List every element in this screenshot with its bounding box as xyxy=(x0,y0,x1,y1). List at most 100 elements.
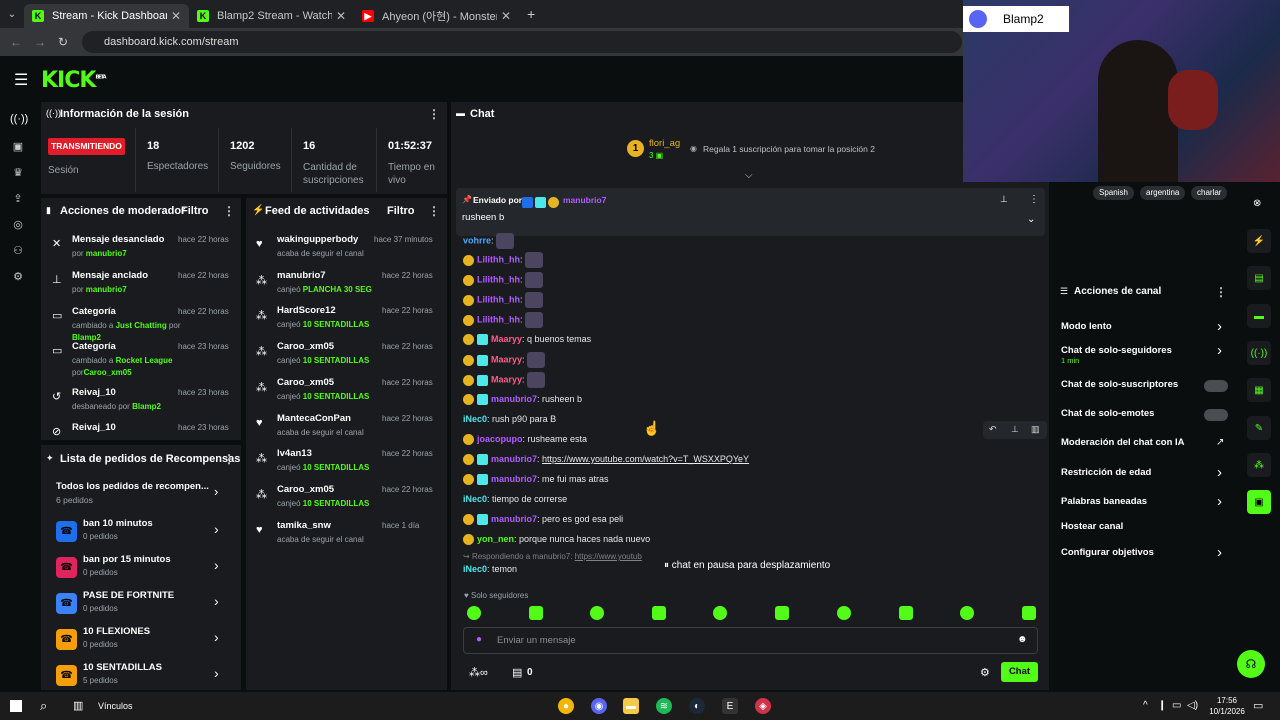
trash-icon[interactable]: ▥ xyxy=(1031,424,1040,435)
more-options-icon[interactable]: ⋮ xyxy=(223,452,235,466)
activity-user[interactable]: Caroo_xm05 xyxy=(277,341,334,352)
detail-highlight[interactable]: Just Chatting xyxy=(116,321,167,330)
network-icon[interactable]: ▭ xyxy=(1172,700,1181,711)
pinned-message[interactable]: 📌 Enviado por manubrio7 rusheen b ⊥ ⋮ ⌄ xyxy=(456,188,1045,236)
channel-action-row[interactable]: Restricción de edad › xyxy=(1053,464,1236,487)
epic-games-icon[interactable]: E xyxy=(722,698,738,714)
chat-settings-gear-icon[interactable]: ⚙ xyxy=(980,666,990,679)
tray-clock[interactable]: 17:56 10/1/2026 xyxy=(1207,695,1247,717)
microphone-tray-icon[interactable]: ❙ xyxy=(1158,700,1166,711)
spotify-icon[interactable]: ≋ xyxy=(656,698,672,714)
chat-input-box[interactable]: ● Enviar un mensaje ☻ xyxy=(463,627,1038,654)
mod-filter-button[interactable]: Filtro xyxy=(181,205,209,217)
bolt-button[interactable]: ⚡ xyxy=(1247,229,1271,253)
target-icon[interactable]: ◎ xyxy=(10,218,26,234)
activity-user[interactable]: Caroo_xm05 xyxy=(277,377,334,388)
activity-user[interactable]: manubrio7 xyxy=(277,270,326,281)
book-icon[interactable]: ▣ xyxy=(10,140,26,156)
detail-highlight[interactable]: Rocket League xyxy=(116,356,173,365)
more-options-icon[interactable]: ⋮ xyxy=(1215,285,1227,299)
url-field[interactable]: dashboard.kick.com/stream xyxy=(82,31,962,53)
collapse-icon[interactable]: ⌵ xyxy=(745,170,753,181)
hamburger-menu-icon[interactable]: ☰ xyxy=(14,70,28,90)
channel-action-row[interactable]: Chat de solo-suscriptores xyxy=(1053,379,1236,399)
reply-icon[interactable]: ↶ xyxy=(989,424,997,435)
chat-user[interactable]: Maaryy xyxy=(491,354,522,364)
file-explorer-icon[interactable]: ▬ xyxy=(623,698,639,714)
emote-icon[interactable] xyxy=(775,606,789,620)
unpin-icon[interactable]: ⊥ xyxy=(1000,194,1008,205)
toggle-switch[interactable] xyxy=(1204,409,1228,421)
channel-action-row[interactable]: Palabras baneadas › xyxy=(1053,493,1236,516)
activity-filter-button[interactable]: Filtro xyxy=(387,205,415,217)
activity-user[interactable]: Caroo_xm05 xyxy=(277,484,334,495)
chevron-down-icon[interactable]: ⌄ xyxy=(1027,214,1035,225)
channel-action-row[interactable]: Chat de solo-emotes xyxy=(1053,408,1236,428)
chat-text[interactable]: https://www.youtube.com/watch?v=T_WSXXPQ… xyxy=(542,454,749,464)
broadcast-icon[interactable]: ((·)) xyxy=(10,113,28,129)
reward-row[interactable]: ☎ PASE DE FORTNITE 0 pedidos › xyxy=(41,587,241,621)
chat-input[interactable]: Enviar un mensaje xyxy=(497,635,576,646)
pin-icon[interactable]: ⊥ xyxy=(1011,424,1019,435)
activity-user[interactable]: tamika_snw xyxy=(277,520,331,531)
reward-row[interactable]: ☎ 10 SENTADILLAS 5 pedidos › xyxy=(41,659,241,693)
notification-icon[interactable]: ▭ xyxy=(1253,699,1263,712)
valorant-icon[interactable]: ◈ xyxy=(755,698,771,714)
tray-chevron-icon[interactable]: ^ xyxy=(1143,700,1148,711)
tag-spanish[interactable]: Spanish xyxy=(1093,186,1134,200)
chat-user[interactable]: yon_nen xyxy=(477,534,514,544)
points-button[interactable]: ⁂ xyxy=(1247,453,1271,477)
microphone-icon[interactable]: ● xyxy=(476,634,482,645)
emote-icon[interactable] xyxy=(590,606,604,620)
back-arrow-icon[interactable]: ← xyxy=(10,35,22,49)
discord-icon[interactable]: ◉ xyxy=(591,698,607,714)
clapper-button[interactable]: ▣ xyxy=(1247,490,1271,514)
windows-start-icon[interactable] xyxy=(10,700,22,712)
channel-action-row[interactable]: Modo lento › xyxy=(1053,318,1236,341)
chat-user[interactable]: Lilithh_hh xyxy=(477,274,520,284)
chat-user[interactable]: iNec0 xyxy=(463,564,487,574)
chat-paused-banner[interactable]: ⏸ chat en pausa para desplazamiento xyxy=(664,560,830,571)
trophy-icon[interactable]: ♛ xyxy=(10,166,26,182)
channel-action-row[interactable]: Chat de solo-seguidores 1 min › xyxy=(1053,342,1236,365)
users-icon[interactable]: ⚇ xyxy=(10,244,26,260)
chat-user[interactable]: iNec0 xyxy=(463,414,487,424)
chat-user[interactable]: joacopupo xyxy=(477,434,523,444)
chat-user[interactable]: Maaryy xyxy=(491,374,522,384)
upload-icon[interactable]: ⇪ xyxy=(10,192,26,208)
reward-row[interactable]: ☎ ban por 15 minutos 0 pedidos › xyxy=(41,551,241,585)
more-options-icon[interactable]: ⋮ xyxy=(223,204,235,218)
more-options-icon[interactable]: ⋮ xyxy=(428,107,440,121)
broadcast-button[interactable]: ((·)) xyxy=(1247,341,1271,365)
close-icon[interactable]: ✕ xyxy=(171,9,181,23)
reward-row[interactable]: ☎ 10 FLEXIONES 0 pedidos › xyxy=(41,623,241,657)
kick-logo[interactable]: KICKBETA xyxy=(41,68,107,93)
document-button[interactable]: ▤ xyxy=(1247,266,1271,290)
activity-user[interactable]: wakingupperbody xyxy=(277,234,358,245)
forward-arrow-icon[interactable]: → xyxy=(34,35,46,49)
support-chat-button[interactable]: ☊ xyxy=(1237,650,1265,678)
activity-user[interactable]: MantecaConPan xyxy=(277,413,351,424)
chat-user[interactable]: manubrio7 xyxy=(491,454,537,464)
gift-box-icon[interactable]: ▤ xyxy=(512,666,522,679)
reload-icon[interactable]: ↻ xyxy=(58,35,68,49)
channel-action-row[interactable]: Configurar objetivos › xyxy=(1053,544,1236,567)
emote-icon[interactable] xyxy=(467,606,481,620)
emote-icon[interactable] xyxy=(899,606,913,620)
detail-highlight[interactable]: Blamp2 xyxy=(132,402,161,411)
more-options-icon[interactable]: ⋮ xyxy=(1029,194,1039,205)
volume-icon[interactable]: ◁) xyxy=(1187,700,1198,711)
taskbar-links[interactable]: Vínculos xyxy=(98,701,133,711)
steam-icon[interactable]: ◐ xyxy=(689,698,705,714)
channel-action-row[interactable]: Moderación del chat con IA ↗ xyxy=(1053,437,1236,457)
close-icon[interactable]: ✕ xyxy=(501,9,511,23)
top-gifter-name[interactable]: flori_ag xyxy=(649,138,680,149)
emote-icon[interactable] xyxy=(713,606,727,620)
reply-link[interactable]: https://www.youtub xyxy=(575,552,642,561)
wrench-button[interactable]: ✎ xyxy=(1247,416,1271,440)
chat-button[interactable]: ▬ xyxy=(1247,304,1271,328)
emote-icon[interactable] xyxy=(652,606,666,620)
detail-highlight[interactable]: manubrio7 xyxy=(86,285,127,294)
chat-user[interactable]: manubrio7 xyxy=(491,394,537,404)
tab-youtube[interactable]: ▶ Ahyeon (아현) - Monster | Begi ✕ xyxy=(354,4,519,28)
